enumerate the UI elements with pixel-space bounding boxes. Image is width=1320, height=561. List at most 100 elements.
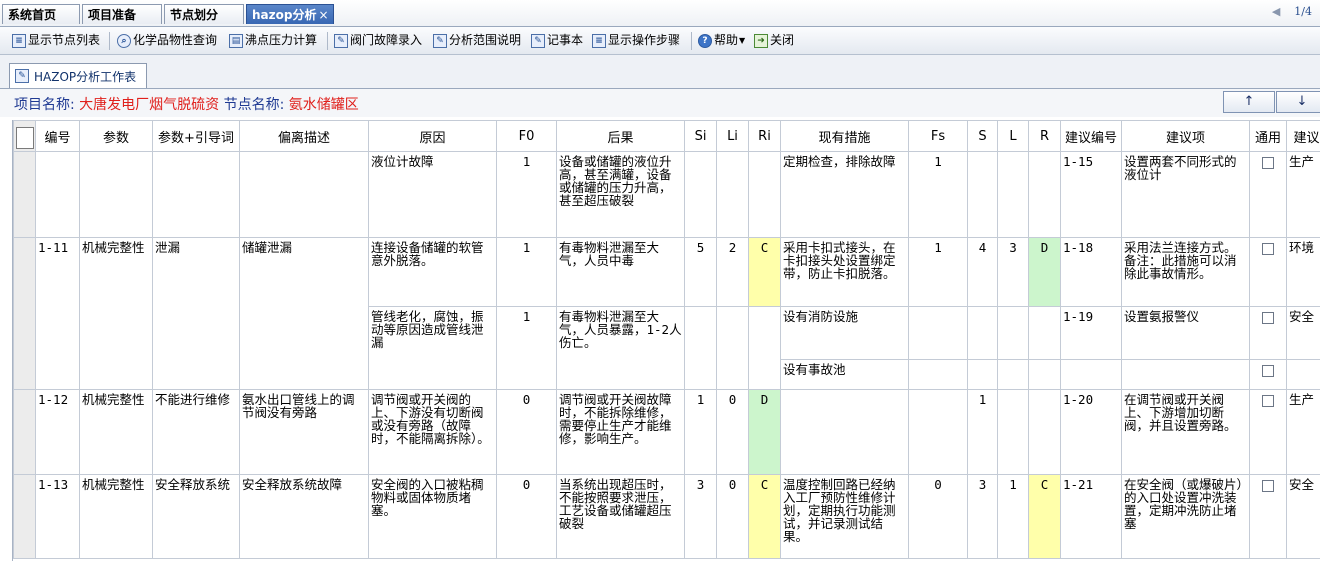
cell-recommendation[interactable]: 设置氨报警仪: [1121, 306, 1250, 360]
cell-r[interactable]: D: [1028, 237, 1061, 307]
cell-id[interactable]: 1-12: [35, 389, 80, 475]
cell-ri[interactable]: C: [748, 237, 781, 307]
cell-si[interactable]: 1: [684, 389, 717, 475]
cell-ri[interactable]: D: [748, 389, 781, 475]
col-header-deviation[interactable]: 偏离描述: [239, 120, 369, 152]
cell-fs[interactable]: [908, 389, 968, 475]
cell-consequence[interactable]: 设备或储罐的液位升高，甚至满罐，设备或储罐的压力升高，甚至超压破裂: [556, 151, 685, 238]
cell-r[interactable]: [1028, 389, 1061, 475]
cell-f0[interactable]: 0: [496, 389, 557, 475]
col-header-fs[interactable]: Fs: [908, 120, 968, 152]
cell-cause[interactable]: 液位计故障: [368, 151, 497, 238]
cell-guideword[interactable]: 泄漏: [152, 237, 240, 390]
cell-recommendation[interactable]: 设置两套不同形式的液位计: [1121, 151, 1250, 238]
cell-param[interactable]: 机械完整性: [79, 389, 153, 475]
help-menu-button[interactable]: ? 帮助 ▼: [698, 30, 745, 51]
cell-f0[interactable]: 1: [496, 151, 557, 238]
show-steps-button[interactable]: ≡ 显示操作步骤: [592, 30, 680, 51]
select-all-cell[interactable]: [13, 120, 36, 152]
cell-cause[interactable]: 连接设备储罐的软管意外脱落。: [368, 237, 497, 307]
notepad-button[interactable]: ✎ 记事本: [531, 30, 583, 51]
cell-param[interactable]: 机械完整性: [79, 474, 153, 559]
cell-id[interactable]: 1-13: [35, 474, 80, 559]
cell-measures[interactable]: 采用卡扣式接头，在卡扣接头处设置绑定带，防止卡扣脱落。: [780, 237, 909, 307]
cell-s[interactable]: [967, 306, 998, 360]
cell-consequence[interactable]: 有毒物料泄漏至大气，人员暴露，1-2人伤亡。: [556, 306, 685, 390]
cell-si[interactable]: 3: [684, 474, 717, 559]
col-header-si[interactable]: Si: [684, 120, 717, 152]
table-row[interactable]: 1-12 机械完整性 不能进行维修 氨水出口管线上的调节阀没有旁路 调节阀或开关…: [13, 389, 1320, 475]
cell-advice-type[interactable]: 安全: [1286, 474, 1320, 559]
valve-fault-entry-button[interactable]: ✎ 阀门故障录入: [334, 30, 422, 51]
cell-rec-id[interactable]: 1-20: [1060, 389, 1122, 475]
close-button[interactable]: ➜ 关闭: [754, 30, 794, 51]
cell-rec-id[interactable]: 1-21: [1060, 474, 1122, 559]
row-selector[interactable]: [13, 474, 36, 559]
cell-measures[interactable]: [780, 389, 909, 475]
table-row[interactable]: 1-11 机械完整性 泄漏 储罐泄漏 连接设备储罐的软管意外脱落。 1 有毒物料…: [13, 237, 1320, 390]
general-checkbox[interactable]: [1262, 243, 1274, 255]
cell-deviation[interactable]: 储罐泄漏: [239, 237, 369, 390]
cell-advice-type[interactable]: 生产: [1286, 389, 1320, 475]
cell-r[interactable]: [1028, 359, 1061, 390]
cell-si[interactable]: [684, 306, 717, 390]
cell-li[interactable]: [716, 151, 749, 238]
cell-li[interactable]: 0: [716, 389, 749, 475]
cell-l[interactable]: 1: [997, 474, 1029, 559]
cell-r[interactable]: [1028, 151, 1061, 238]
cell-deviation[interactable]: 氨水出口管线上的调节阀没有旁路: [239, 389, 369, 475]
row-selector[interactable]: [13, 389, 36, 475]
tab-home[interactable]: 系统首页: [2, 4, 80, 24]
col-header-guideword[interactable]: 参数+引导词: [152, 120, 240, 152]
cell-consequence[interactable]: 有毒物料泄漏至大气，人员中毒: [556, 237, 685, 307]
general-checkbox[interactable]: [1262, 157, 1274, 169]
cell-li[interactable]: 2: [716, 237, 749, 307]
cell-si[interactable]: 5: [684, 237, 717, 307]
cell-f0[interactable]: 1: [496, 306, 557, 390]
cell-measures[interactable]: 设有消防设施: [780, 306, 909, 360]
general-checkbox[interactable]: [1262, 365, 1274, 377]
cell-s[interactable]: [967, 359, 998, 390]
cell-l[interactable]: [997, 359, 1029, 390]
cell-fs[interactable]: 0: [908, 474, 968, 559]
cell-cause[interactable]: 管线老化，腐蚀，振动等原因造成管线泄漏: [368, 306, 497, 390]
tab-node-division[interactable]: 节点划分: [164, 4, 244, 24]
chemical-property-query-button[interactable]: ⌕ 化学品物性查询: [117, 30, 217, 51]
cell-id[interactable]: 1-11: [35, 237, 80, 390]
cell-deviation[interactable]: 安全释放系统故障: [239, 474, 369, 559]
col-header-cause[interactable]: 原因: [368, 120, 497, 152]
cell-rec-id[interactable]: [1060, 359, 1122, 390]
cell-guideword[interactable]: [152, 151, 240, 238]
row-selector[interactable]: [13, 151, 36, 238]
general-checkbox[interactable]: [1262, 312, 1274, 324]
col-header-s[interactable]: S: [967, 120, 998, 152]
cell-f0[interactable]: 0: [496, 474, 557, 559]
col-header-consequence[interactable]: 后果: [556, 120, 685, 152]
cell-deviation[interactable]: [239, 151, 369, 238]
cell-recommendation[interactable]: [1121, 359, 1250, 390]
col-header-measures[interactable]: 现有措施: [780, 120, 909, 152]
cell-cause[interactable]: 调节阀或开关阀的上、下游没有切断阀或没有旁路（故障时，不能隔离拆除）。: [368, 389, 497, 475]
cell-guideword[interactable]: 安全释放系统: [152, 474, 240, 559]
general-checkbox[interactable]: [1262, 395, 1274, 407]
analysis-scope-button[interactable]: ✎ 分析范围说明: [433, 30, 521, 51]
cell-l[interactable]: 3: [997, 237, 1029, 307]
cell-recommendation[interactable]: 在安全阀（或爆破片）的入口处设置冲洗装置，定期冲洗防止堵塞: [1121, 474, 1250, 559]
boiling-pressure-calc-button[interactable]: ▤ 沸点压力计算: [229, 30, 317, 51]
cell-f0[interactable]: 1: [496, 237, 557, 307]
cell-si[interactable]: [684, 151, 717, 238]
cell-s[interactable]: 3: [967, 474, 998, 559]
show-node-list-button[interactable]: ≡ 显示节点列表: [12, 30, 100, 51]
col-header-ri[interactable]: Ri: [748, 120, 781, 152]
general-checkbox[interactable]: [1262, 480, 1274, 492]
tab-hazop-analysis[interactable]: hazop分析 ×: [246, 4, 334, 24]
table-row[interactable]: 1-13 机械完整性 安全释放系统 安全释放系统故障 安全阀的入口被粘稠物料或固…: [13, 474, 1320, 559]
table-row[interactable]: 液位计故障 1 设备或储罐的液位升高，甚至满罐，设备或储罐的压力升高，甚至超压破…: [13, 151, 1320, 238]
cell-advice-type[interactable]: 安全: [1286, 306, 1320, 360]
col-header-f0[interactable]: F0: [496, 120, 557, 152]
move-down-button[interactable]: ↓: [1276, 91, 1320, 113]
cell-rec-id[interactable]: 1-19: [1060, 306, 1122, 360]
tab-hazop-worksheet[interactable]: ✎ HAZOP分析工作表: [9, 63, 147, 88]
cell-s[interactable]: [967, 151, 998, 238]
cell-r[interactable]: [1028, 306, 1061, 360]
